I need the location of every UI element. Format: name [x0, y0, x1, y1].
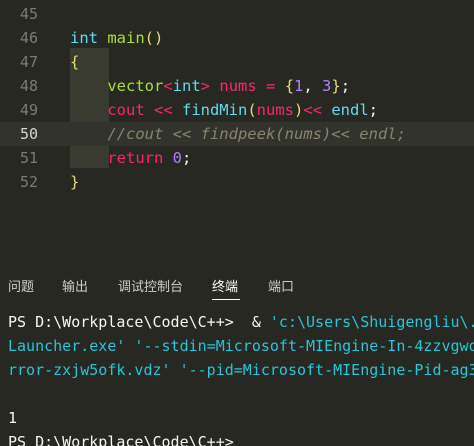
- code-token: nums: [219, 77, 257, 95]
- code-line[interactable]: 51 return 0;: [0, 146, 474, 170]
- code-token: <: [163, 77, 173, 95]
- code-token: int: [172, 77, 201, 95]
- line-number: 47: [19, 53, 38, 71]
- code-line[interactable]: 50 //cout << findpeek(nums)<< endl;: [0, 122, 474, 146]
- code-token: >: [200, 77, 211, 95]
- panel-tab-bar: 问题 输出 调试控制台 终端 端口: [0, 270, 474, 300]
- tab-debug-console[interactable]: 调试控制台: [118, 279, 183, 297]
- code-text: cout << findMin(nums)<< endl;: [70, 98, 378, 122]
- code-token: =: [256, 77, 285, 95]
- line-number: 46: [19, 29, 38, 47]
- code-text: }: [70, 170, 79, 194]
- code-token: 3: [322, 77, 332, 95]
- line-number: 51: [19, 149, 38, 167]
- active-tab-indicator: [212, 299, 240, 300]
- code-token: return: [107, 149, 164, 167]
- code-token: 1: [294, 77, 304, 95]
- terminal-line: rror-zxjw5ofk.vdz' '--pid=Microsoft-MIEn…: [8, 358, 474, 382]
- terminal-text: PS D:\Workplace\Code\C++>: [8, 433, 234, 446]
- code-token: endl: [331, 101, 369, 119]
- terminal-line: PS D:\Workplace\Code\C++> & 'c:\Users\Sh…: [8, 310, 474, 334]
- code-line[interactable]: 49 cout << findMin(nums)<< endl;: [0, 98, 474, 122]
- terminal[interactable]: PS D:\Workplace\Code\C++> & 'c:\Users\Sh…: [0, 308, 474, 446]
- code-text: //cout << findpeek(nums)<< endl;: [70, 122, 406, 146]
- code-token: findMin: [181, 101, 248, 119]
- code-token: ;: [182, 149, 192, 167]
- line-number: 49: [19, 101, 38, 119]
- terminal-line: PS D:\Workplace\Code\C++>: [8, 430, 234, 446]
- code-line[interactable]: 47 {: [0, 50, 474, 74]
- line-number: 52: [19, 173, 38, 191]
- code-editor[interactable]: 45 46 int main() 47{48 vector<int> nums = {…: [0, 0, 474, 196]
- code-token: //cout << findpeek(nums)<< endl;: [107, 125, 406, 143]
- code-token: ;: [368, 101, 379, 119]
- code-token: <<: [144, 101, 182, 119]
- code-token: main: [107, 29, 145, 47]
- line-number: 50: [19, 125, 38, 143]
- code-token: ): [293, 101, 304, 119]
- line-number: 45: [19, 5, 38, 23]
- code-line[interactable]: 48 vector<int> nums = {1, 3};: [0, 74, 474, 98]
- terminal-text: PS D:\Workplace\Code\C++> &: [8, 313, 270, 331]
- code-token: (: [247, 101, 257, 119]
- terminal-text: rror-zxjw5ofk.vdz' '--pid=Microsoft-MIEn…: [8, 361, 474, 379]
- code-text: {: [70, 50, 79, 74]
- tab-output[interactable]: 输出: [62, 279, 88, 297]
- terminal-text: 1: [8, 409, 18, 427]
- tab-ports[interactable]: 端口: [268, 279, 294, 297]
- code-text: int main(): [70, 26, 163, 50]
- code-token: }: [70, 173, 80, 191]
- code-token: (): [144, 29, 164, 47]
- tab-terminal[interactable]: 终端: [212, 279, 238, 297]
- terminal-line: 1: [8, 406, 17, 430]
- code-token: ;: [340, 77, 351, 95]
- code-token: {: [284, 77, 295, 95]
- code-token: <<: [303, 101, 322, 119]
- code-text: vector<int> nums = {1, 3};: [70, 74, 350, 98]
- code-line[interactable]: 52}: [0, 170, 474, 194]
- code-token: 0: [172, 149, 183, 167]
- tab-problems[interactable]: 问题: [8, 279, 34, 297]
- terminal-text: 'c:\Users\Shuigengliu\.: [269, 313, 474, 331]
- terminal-text: Launcher.exe' '--stdin=Microsoft-MIEngin…: [8, 337, 474, 355]
- code-token: vector: [107, 77, 164, 95]
- line-number: 48: [19, 77, 38, 95]
- code-token: cout: [107, 101, 145, 119]
- code-token: int: [70, 29, 98, 47]
- code-line[interactable]: 45: [0, 2, 474, 26]
- code-text: return 0;: [70, 146, 191, 170]
- code-token: }: [331, 77, 341, 95]
- code-line[interactable]: 46 int main(): [0, 26, 474, 50]
- code-token: nums: [256, 101, 294, 119]
- code-token: ,: [303, 77, 323, 95]
- code-token: {: [70, 53, 80, 71]
- terminal-line: Launcher.exe' '--stdin=Microsoft-MIEngin…: [8, 334, 474, 358]
